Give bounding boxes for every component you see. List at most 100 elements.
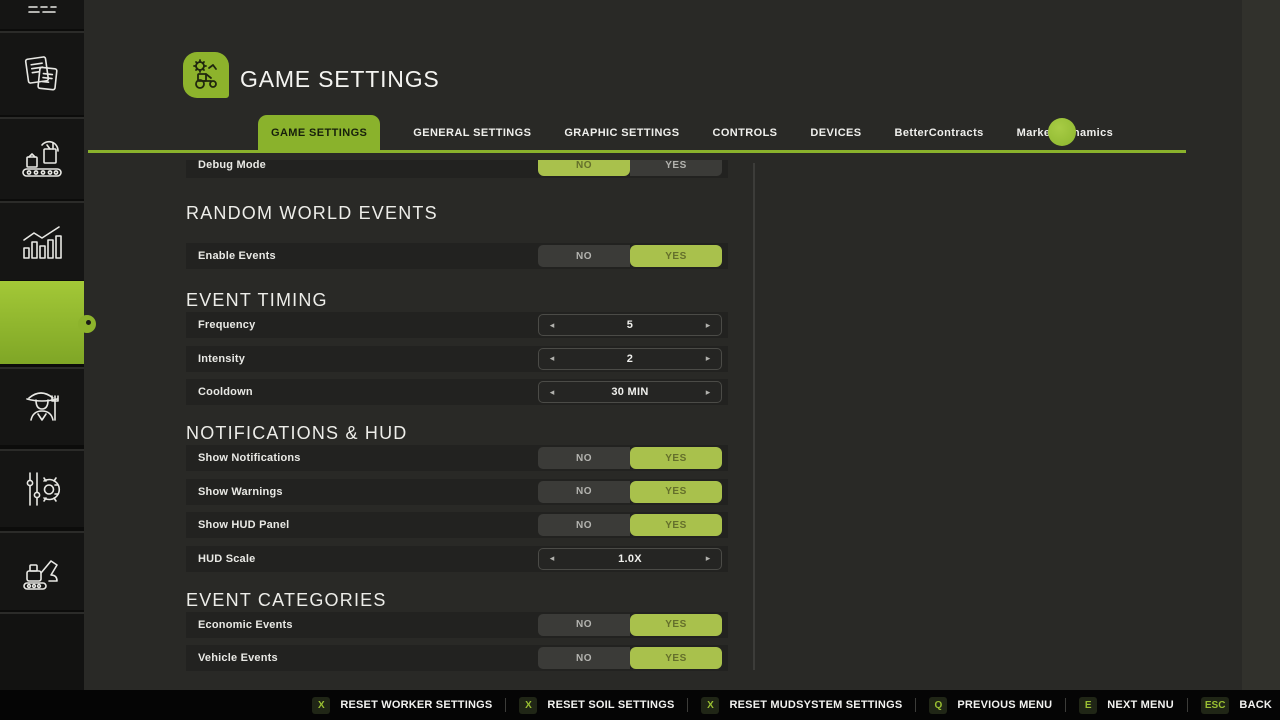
- setting-row-economic-events: Economic Events NO YES: [186, 612, 728, 638]
- sidebar-item-top-partial[interactable]: [0, 0, 84, 29]
- shortcut-reset-worker[interactable]: X RESET WORKER SETTINGS: [312, 697, 492, 714]
- construction-icon: [19, 551, 65, 593]
- partial-icon: [25, 5, 59, 25]
- setting-row-intensity: Intensity ◂ 2 ▸: [186, 346, 728, 372]
- setting-label: Frequency: [198, 319, 255, 331]
- tab-devices[interactable]: DEVICES: [810, 127, 861, 139]
- debug-mode-toggle: NO YES: [538, 160, 722, 176]
- decrease-button[interactable]: ◂: [539, 353, 565, 364]
- sidebar-item-production[interactable]: [0, 117, 84, 199]
- toggle-yes-button[interactable]: YES: [630, 647, 722, 669]
- key-e[interactable]: E: [1079, 697, 1097, 714]
- tab-controls[interactable]: CONTROLS: [713, 127, 778, 139]
- page-title: GAME SETTINGS: [240, 66, 440, 93]
- toggle-yes-button[interactable]: YES: [630, 447, 722, 469]
- frequency-stepper: ◂ 5 ▸: [538, 314, 722, 336]
- setting-row-show-notifications: Show Notifications NO YES: [186, 445, 728, 471]
- footer-divider: [687, 698, 688, 712]
- economic-events-toggle: NO YES: [538, 614, 722, 636]
- key-x[interactable]: X: [701, 697, 719, 714]
- key-esc[interactable]: ESC: [1201, 697, 1230, 714]
- shortcut-back[interactable]: ESC BACK: [1201, 697, 1272, 714]
- toggle-no-button[interactable]: NO: [538, 614, 630, 636]
- increase-button[interactable]: ▸: [695, 553, 721, 564]
- mod-settings-icon: [20, 467, 64, 511]
- sidebar: [0, 0, 84, 690]
- setting-label: Show Warnings: [198, 486, 283, 498]
- shortcut-reset-mudsystem[interactable]: X RESET MUDSYSTEM SETTINGS: [701, 697, 902, 714]
- increase-button[interactable]: ▸: [695, 353, 721, 364]
- setting-label: Show HUD Panel: [198, 519, 289, 531]
- setting-label: HUD Scale: [198, 553, 255, 565]
- section-title-event-timing: EVENT TIMING: [186, 288, 728, 312]
- stepper-value: 1.0X: [565, 553, 695, 565]
- setting-label: Show Notifications: [198, 452, 301, 464]
- setting-label: Enable Events: [198, 250, 276, 262]
- enable-events-toggle: NO YES: [538, 245, 722, 267]
- decrease-button[interactable]: ◂: [539, 553, 565, 564]
- sidebar-empty: [0, 612, 84, 690]
- scroll-gutter: [1242, 0, 1280, 690]
- sidebar-item-farmer[interactable]: [0, 367, 84, 445]
- game-settings-app-icon: [183, 52, 229, 98]
- tractor-gear-icon: [189, 58, 223, 92]
- setting-row-debug-mode: Debug Mode NO YES: [186, 160, 728, 178]
- section-title-event-categories: EVENT CATEGORIES: [186, 588, 728, 612]
- sidebar-item-statistics[interactable]: [0, 201, 84, 280]
- toggle-yes-button[interactable]: YES: [630, 245, 722, 267]
- toggle-yes-button[interactable]: YES: [630, 614, 722, 636]
- show-notifications-toggle: NO YES: [538, 447, 722, 469]
- setting-row-vehicle-events: Vehicle Events NO YES: [186, 645, 728, 671]
- toggle-yes-button[interactable]: YES: [630, 514, 722, 536]
- footer-divider: [505, 698, 506, 712]
- toggle-yes-button[interactable]: YES: [630, 481, 722, 503]
- toggle-no-button[interactable]: NO: [538, 160, 630, 176]
- farmer-icon: [19, 384, 65, 430]
- decrease-button[interactable]: ◂: [539, 387, 565, 398]
- section-title-notifications-hud: NOTIFICATIONS & HUD: [186, 421, 728, 445]
- active-item-dot: [86, 320, 91, 325]
- setting-label: Cooldown: [198, 386, 253, 398]
- key-x[interactable]: X: [312, 697, 330, 714]
- decrease-button[interactable]: ◂: [539, 320, 565, 331]
- setting-row-cooldown: Cooldown ◂ 30 MIN ▸: [186, 379, 728, 405]
- toggle-no-button[interactable]: NO: [538, 245, 630, 267]
- section-title-random-world-events: RANDOM WORLD EVENTS: [186, 201, 728, 225]
- toggle-no-button[interactable]: NO: [538, 514, 630, 536]
- hud-scale-stepper: ◂ 1.0X ▸: [538, 548, 722, 570]
- tab-graphic-settings[interactable]: GRAPHIC SETTINGS: [564, 127, 679, 139]
- contracts-icon: [20, 52, 64, 96]
- sidebar-item-mod-settings[interactable]: [0, 449, 84, 527]
- show-warnings-toggle: NO YES: [538, 481, 722, 503]
- tab-bettercontracts[interactable]: BetterContracts: [895, 127, 984, 139]
- key-x[interactable]: X: [519, 697, 537, 714]
- key-q[interactable]: Q: [929, 697, 947, 714]
- sidebar-item-game-settings-active[interactable]: [0, 281, 84, 364]
- shortcut-reset-soil[interactable]: X RESET SOIL SETTINGS: [519, 697, 674, 714]
- setting-label: Debug Mode: [198, 160, 266, 171]
- increase-button[interactable]: ▸: [695, 320, 721, 331]
- toggle-no-button[interactable]: NO: [538, 447, 630, 469]
- increase-button[interactable]: ▸: [695, 387, 721, 398]
- setting-row-frequency: Frequency ◂ 5 ▸: [186, 312, 728, 338]
- toggle-no-button[interactable]: NO: [538, 647, 630, 669]
- shortcut-next-menu[interactable]: E NEXT MENU: [1079, 697, 1174, 714]
- tab-game-settings[interactable]: GAME SETTINGS: [258, 115, 380, 151]
- stepper-value: 30 MIN: [565, 386, 695, 398]
- setting-label: Intensity: [198, 353, 245, 365]
- toggle-no-button[interactable]: NO: [538, 481, 630, 503]
- shortcut-bar: X RESET WORKER SETTINGS X RESET SOIL SET…: [0, 690, 1280, 720]
- footer-divider: [915, 698, 916, 712]
- show-hud-panel-toggle: NO YES: [538, 514, 722, 536]
- settings-list: Debug Mode NO YES RANDOM WORLD EVENTS En…: [186, 160, 728, 672]
- footer-divider: [1187, 698, 1188, 712]
- setting-row-show-hud-panel: Show HUD Panel NO YES: [186, 512, 728, 538]
- stepper-value: 2: [565, 353, 695, 365]
- sidebar-item-contracts[interactable]: [0, 31, 84, 115]
- tab-general-settings[interactable]: GENERAL SETTINGS: [413, 127, 531, 139]
- sidebar-item-construction[interactable]: [0, 531, 84, 610]
- shortcut-previous-menu[interactable]: Q PREVIOUS MENU: [929, 697, 1052, 714]
- column-divider: [753, 163, 755, 670]
- production-icon: [19, 137, 65, 181]
- toggle-yes-button[interactable]: YES: [630, 160, 722, 176]
